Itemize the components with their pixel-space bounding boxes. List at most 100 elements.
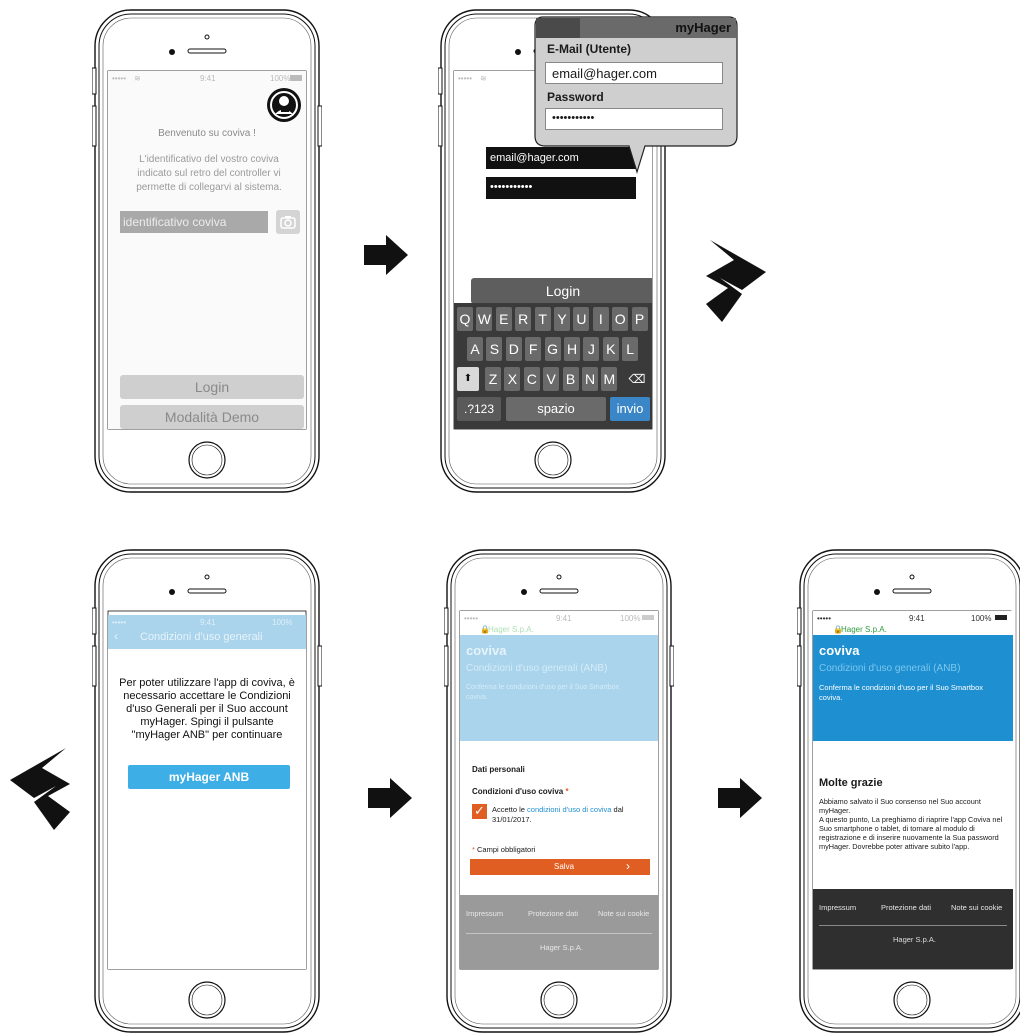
terms-link[interactable]: condizioni d'uso di coviva <box>527 805 611 814</box>
site-name: Hager S.p.A. <box>841 625 887 634</box>
bubble-password-input[interactable]: ••••••••••• <box>545 108 723 130</box>
signal-dots: ••••• <box>464 614 479 623</box>
header-title: Condizioni d'uso generali (ANB) <box>819 663 961 674</box>
key-t[interactable]: T <box>534 307 551 331</box>
header-title: Condizioni d'uso generali (ANB) <box>466 663 608 674</box>
chevron-left-icon[interactable]: ‹ <box>114 629 118 643</box>
key-z[interactable]: Z <box>485 367 501 391</box>
key-d[interactable]: D <box>505 337 522 361</box>
backspace-icon[interactable]: ⌫ <box>626 367 648 391</box>
key-p[interactable]: P <box>631 307 648 331</box>
terms-label: Condizioni d'uso coviva * <box>472 787 569 796</box>
footer-link[interactable]: Note sui cookie <box>598 909 649 918</box>
shift-icon[interactable]: ⬆ <box>457 367 479 391</box>
key-r[interactable]: R <box>515 307 532 331</box>
id-input[interactable]: identificativo coviva <box>120 211 268 233</box>
demo-mode-button[interactable]: Modalità Demo <box>120 405 304 429</box>
status-time: 9:41 <box>200 618 216 627</box>
screen-step-1: ••••• ≋ 9:41 100% Benvenuto su coviva ! … <box>108 71 306 429</box>
footer-company: Hager S.p.A. <box>893 935 936 944</box>
screen-step-4: ••••• 9:41 100% 🔒 Hager S.p.A. coviva Co… <box>460 611 658 969</box>
battery-icon <box>642 615 654 620</box>
hager-logo-icon <box>706 240 766 322</box>
key-j[interactable]: J <box>583 337 600 361</box>
chevron-right-icon: › <box>626 859 630 873</box>
key-o[interactable]: O <box>612 307 629 331</box>
myhager-anb-button[interactable]: myHager ANB <box>128 765 290 789</box>
welcome-text: Benvenuto su coviva ! <box>158 128 256 139</box>
space-key[interactable]: spazio <box>506 397 606 421</box>
thanks-text: Abbiamo salvato il Suo consenso nel Suo … <box>819 797 1003 851</box>
footer-link[interactable]: Protezione dati <box>881 903 931 912</box>
status-time: 9:41 <box>909 614 925 623</box>
wifi-icon: ≋ <box>480 74 487 83</box>
login-button[interactable]: Login <box>471 278 652 304</box>
key-f[interactable]: F <box>525 337 542 361</box>
description-text: L'identificativo del vostro coviva indic… <box>136 154 282 193</box>
battery-icon <box>290 75 302 81</box>
bubble-password-value: ••••••••••• <box>552 112 595 124</box>
checkmark-icon: ✓ <box>474 803 485 818</box>
bubble-email-value: email@hager.com <box>552 66 657 81</box>
enter-key[interactable]: invio <box>610 397 650 421</box>
thanks-title: Molte grazie <box>819 777 883 789</box>
save-label: Salva <box>554 862 575 871</box>
key-s[interactable]: S <box>486 337 503 361</box>
key-k[interactable]: K <box>602 337 619 361</box>
footer-link[interactable]: Protezione dati <box>528 909 578 918</box>
footer-divider <box>819 925 1007 926</box>
key-y[interactable]: Y <box>554 307 570 331</box>
header-subtitle: Conferma le condizioni d'uso per il Suo … <box>466 684 620 701</box>
numbers-key[interactable]: .?123 <box>457 397 501 421</box>
key-h[interactable]: H <box>564 337 580 361</box>
brand: coviva <box>819 643 860 658</box>
status-time: 9:41 <box>556 614 572 623</box>
key-m[interactable]: M <box>601 367 618 391</box>
key-c[interactable]: C <box>523 367 540 391</box>
key-l[interactable]: L <box>622 337 639 361</box>
key-a[interactable]: A <box>467 337 483 361</box>
body-text: Per poter utilizzare l'app di coviva, è … <box>119 677 295 741</box>
accept-checkbox[interactable]: ✓ <box>472 803 487 819</box>
save-button[interactable]: Salva › <box>470 859 650 875</box>
site-name: Hager S.p.A. <box>488 625 534 634</box>
myhager-login-bubble: myHager E-Mail (Utente) email@hager.com … <box>533 16 739 178</box>
key-u[interactable]: U <box>573 307 590 331</box>
camera-icon[interactable] <box>276 210 300 234</box>
footer: Hager S.p.A. Impressum Protezione dati Not… <box>813 889 1013 969</box>
bubble-email-input[interactable]: email@hager.com <box>545 62 723 84</box>
status-time: 9:41 <box>200 74 216 83</box>
status-battery: 100% <box>971 614 992 623</box>
status-bar: ••••• 9:41 100% <box>108 615 306 629</box>
arrow-right-icon <box>368 778 412 818</box>
email-label: E-Mail (Utente) <box>547 42 631 56</box>
key-w[interactable]: W <box>476 307 493 331</box>
signal-dots: ••••• <box>458 74 473 83</box>
battery-icon <box>995 615 1007 620</box>
login-button[interactable]: Login <box>120 375 304 399</box>
phone-step-3: ••••• 9:41 100% ‹ Condizioni d'uso gener… <box>92 548 322 1034</box>
footer-link[interactable]: Impressum <box>466 909 503 918</box>
wifi-icon: ≋ <box>134 74 141 83</box>
key-i[interactable]: I <box>592 307 609 331</box>
hager-logo-icon <box>10 748 70 830</box>
footer-link[interactable]: Impressum <box>819 903 856 912</box>
screen-step-5: ••••• 9:41 100% 🔒 Hager S.p.A. coviva Co… <box>813 611 1013 969</box>
key-v[interactable]: V <box>543 367 560 391</box>
key-n[interactable]: N <box>582 367 598 391</box>
password-label: Password <box>547 90 604 104</box>
key-x[interactable]: X <box>504 367 521 391</box>
key-g[interactable]: G <box>544 337 561 361</box>
key-e[interactable]: E <box>495 307 512 331</box>
footer-link[interactable]: Note sui cookie <box>951 903 1002 912</box>
key-b[interactable]: B <box>562 367 579 391</box>
signal-dots: ••••• <box>817 614 832 623</box>
user-wrench-icon[interactable] <box>266 87 302 123</box>
password-field[interactable]: ••••••••••• <box>486 177 636 199</box>
checkbox-text: Accetto le condizioni d'uso di coviva da… <box>492 805 624 824</box>
key-q[interactable]: Q <box>457 307 473 331</box>
id-input-placeholder: identificativo coviva <box>123 215 227 229</box>
arrow-right-icon <box>364 235 408 275</box>
phone-step-1: ••••• ≋ 9:41 100% Benvenuto su coviva ! … <box>92 8 322 494</box>
footer: Hager S.p.A. Impressum Protezione dati Not… <box>460 895 658 969</box>
